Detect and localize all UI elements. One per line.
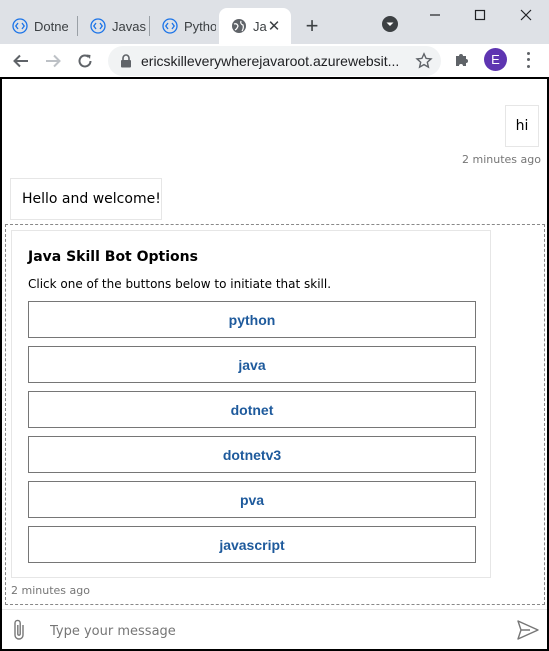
send-icon[interactable] xyxy=(516,619,540,641)
send-box xyxy=(2,609,547,649)
tab-dotnet[interactable]: Dotne xyxy=(0,8,78,44)
bot-icon xyxy=(12,18,28,34)
python-option-button[interactable]: python xyxy=(28,301,476,338)
card-instructions: Click one of the buttons below to initia… xyxy=(28,277,332,291)
chat-transcript: hi 2 minutes ago Hello and welcome! Java… xyxy=(2,79,547,609)
extensions-puzzle-icon[interactable] xyxy=(452,50,472,70)
tab-search-icon[interactable] xyxy=(380,14,400,34)
pva-option-button[interactable]: pva xyxy=(28,481,476,518)
bookmark-star-icon[interactable] xyxy=(415,52,433,70)
back-arrow-icon[interactable] xyxy=(8,48,34,74)
tab-title: Dotne xyxy=(34,18,68,34)
attachment-paperclip-icon[interactable] xyxy=(10,618,30,642)
new-tab-button[interactable]: + xyxy=(300,13,324,38)
maximize-icon[interactable] xyxy=(457,2,503,28)
tab-title: Javas xyxy=(112,18,146,34)
card-timestamp: 2 minutes ago xyxy=(11,584,90,597)
lock-icon[interactable] xyxy=(119,54,133,68)
more-menu-icon[interactable] xyxy=(520,50,536,70)
tab-title: Pytho xyxy=(184,18,216,34)
globe-icon xyxy=(231,18,247,34)
user-message-bubble: hi xyxy=(505,105,539,147)
javascript-option-button[interactable]: javascript xyxy=(28,526,476,563)
tab-java-active[interactable]: Ja ✕ xyxy=(219,8,291,44)
tab-javascript[interactable]: Javas xyxy=(78,8,150,44)
tab-python[interactable]: Pytho xyxy=(150,8,218,44)
user-message-timestamp: 2 minutes ago xyxy=(462,153,541,166)
tab-strip: Dotne Javas Pytho Ja ✕ + xyxy=(0,0,549,44)
java-option-button[interactable]: java xyxy=(28,346,476,383)
hero-card-activity: Java Skill Bot Options Click one of the … xyxy=(5,224,545,605)
minimize-icon[interactable] xyxy=(412,2,458,28)
message-input[interactable] xyxy=(50,620,490,642)
options-card: Java Skill Bot Options Click one of the … xyxy=(11,230,491,578)
card-title: Java Skill Bot Options xyxy=(28,249,198,265)
bot-icon xyxy=(162,18,178,34)
bot-message-bubble: Hello and welcome! xyxy=(10,178,162,220)
url-text: ericskilleverywherejavaroot.azurewebsit.… xyxy=(141,53,400,69)
page-viewport: hi 2 minutes ago Hello and welcome! Java… xyxy=(0,77,549,651)
bot-icon xyxy=(90,18,106,34)
dotnetv3-option-button[interactable]: dotnetv3 xyxy=(28,436,476,473)
close-icon[interactable]: ✕ xyxy=(265,17,283,35)
browser-toolbar: ericskilleverywherejavaroot.azurewebsit.… xyxy=(0,44,549,77)
dotnet-option-button[interactable]: dotnet xyxy=(28,391,476,428)
window-close-icon[interactable] xyxy=(503,2,549,28)
profile-avatar[interactable]: E xyxy=(484,48,507,71)
reload-icon[interactable] xyxy=(72,48,98,74)
address-bar[interactable]: ericskilleverywherejavaroot.azurewebsit.… xyxy=(108,46,441,76)
forward-arrow-icon[interactable] xyxy=(40,48,66,74)
